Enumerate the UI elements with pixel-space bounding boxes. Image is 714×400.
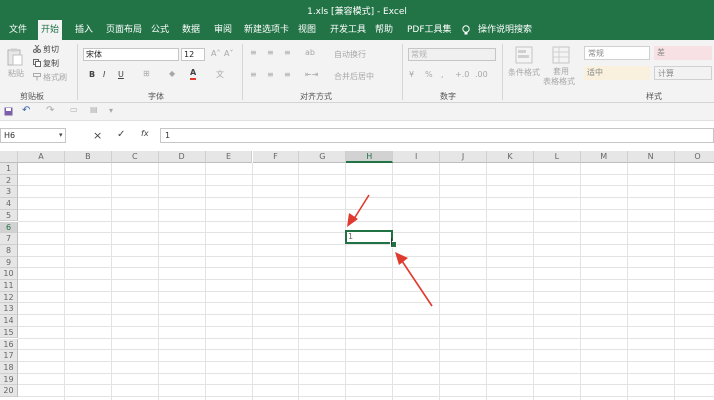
annotation-layer	[347, 194, 433, 307]
annotation-arrow	[395, 252, 433, 307]
annotation-arrow	[347, 194, 370, 227]
